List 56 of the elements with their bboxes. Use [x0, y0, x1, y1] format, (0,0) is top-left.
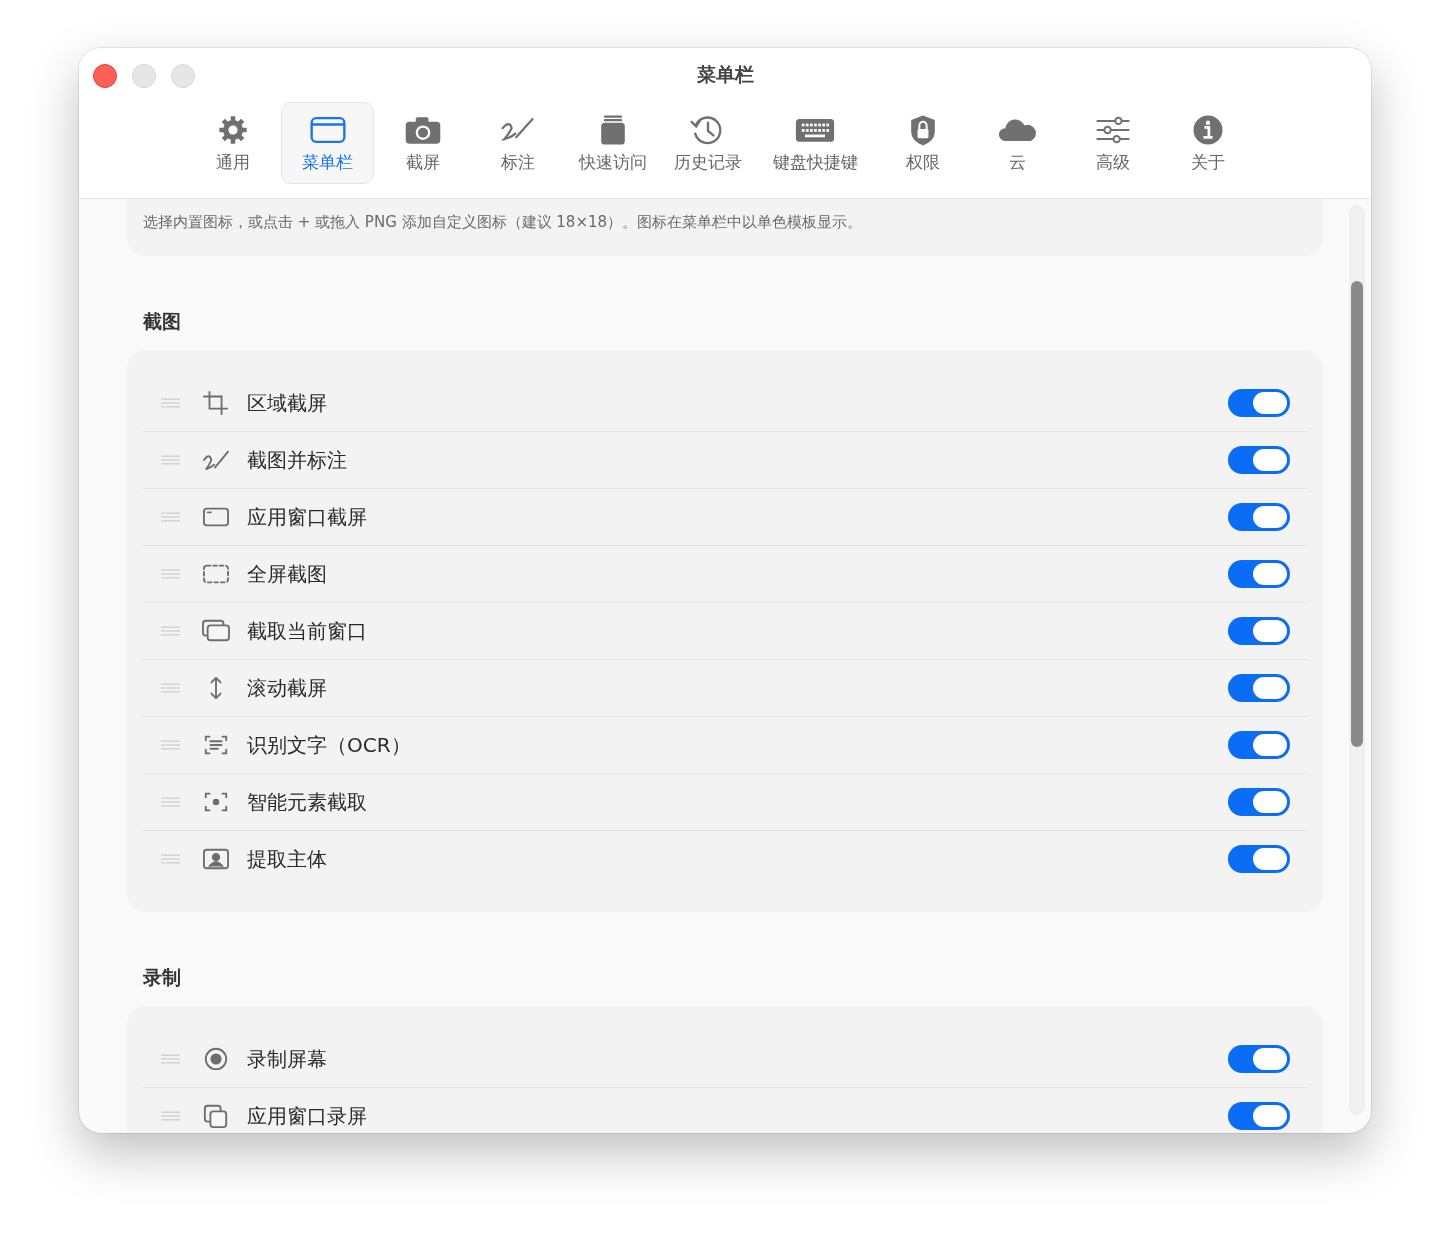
toolbar-tab[interactable]: 快速访问	[566, 102, 659, 184]
toggle-switch[interactable]	[1228, 674, 1290, 702]
toggle-switch[interactable]	[1228, 560, 1290, 588]
window-title: 菜单栏	[696, 62, 754, 87]
toolbar-tab[interactable]: 权限	[876, 102, 969, 184]
toggle-switch[interactable]	[1228, 1045, 1290, 1073]
toolbar-tab[interactable]: 云	[971, 102, 1064, 184]
menu-item-label: 录制屏幕	[247, 1045, 328, 1073]
section-heading: 截图	[143, 309, 182, 334]
drag-handle-icon[interactable]	[161, 1053, 180, 1065]
menu-item-label: 提取主体	[247, 845, 328, 873]
person-frame-icon	[201, 846, 231, 872]
menu-item-label: 截取当前窗口	[247, 617, 368, 645]
menu-item-label: 应用窗口录屏	[247, 1102, 368, 1130]
drag-handle-icon[interactable]	[161, 1110, 180, 1122]
drag-handle-icon[interactable]	[161, 682, 180, 694]
hint-text: 选择内置图标，或点击 + 或拖入 PNG 添加自定义图标（建议 18×18）。图标在菜单栏中以单色模板显示。	[143, 213, 864, 232]
menu-item-label: 区域截屏	[247, 389, 328, 417]
scrollbar-thumb[interactable]	[1351, 281, 1363, 747]
menu-item-label: 识别文字（OCR）	[247, 731, 412, 759]
menu-item-label: 智能元素截取	[247, 788, 368, 816]
drag-handle-icon[interactable]	[161, 853, 180, 865]
toggle-switch[interactable]	[1228, 1102, 1290, 1130]
menu-item-label: 截图并标注	[247, 446, 348, 474]
toggle-switch[interactable]	[1228, 389, 1290, 417]
toggle-switch[interactable]	[1228, 731, 1290, 759]
zoom-button[interactable]	[171, 64, 195, 88]
toggle-switch[interactable]	[1228, 503, 1290, 531]
close-button[interactable]	[93, 64, 117, 88]
menu-item-label: 应用窗口截屏	[247, 503, 368, 531]
drag-handle-icon[interactable]	[161, 454, 180, 466]
stacked-windows-icon	[201, 618, 231, 644]
toolbar-tab[interactable]: 历史记录	[661, 102, 754, 184]
crop-icon	[201, 390, 231, 416]
toolbar-tab[interactable]: 通用	[186, 102, 279, 184]
toggle-switch[interactable]	[1228, 788, 1290, 816]
minimize-button[interactable]	[132, 64, 156, 88]
section-heading: 录制	[143, 965, 182, 990]
menu-item-label: 滚动截屏	[247, 674, 328, 702]
drag-handle-icon[interactable]	[161, 397, 180, 409]
menu-item-label: 全屏截图	[247, 560, 328, 588]
scrollbar[interactable]	[1349, 205, 1365, 1115]
drag-handle-icon[interactable]	[161, 796, 180, 808]
drag-handle-icon[interactable]	[161, 625, 180, 637]
toggle-switch[interactable]	[1228, 845, 1290, 873]
toolbar-tab[interactable]: 截屏	[376, 102, 469, 184]
toolbar-tab[interactable]: 关于	[1161, 102, 1254, 184]
toolbar-tab[interactable]: 键盘快捷键	[756, 102, 874, 184]
toolbar-tab[interactable]: 菜单栏	[281, 102, 374, 184]
drag-handle-icon[interactable]	[161, 511, 180, 523]
drag-handle-icon[interactable]	[161, 739, 180, 751]
toolbar-tab[interactable]: 标注	[471, 102, 564, 184]
toggle-switch[interactable]	[1228, 617, 1290, 645]
toolbar-tab[interactable]: 高级	[1066, 102, 1159, 184]
drag-handle-icon[interactable]	[161, 568, 180, 580]
toggle-switch[interactable]	[1228, 446, 1290, 474]
